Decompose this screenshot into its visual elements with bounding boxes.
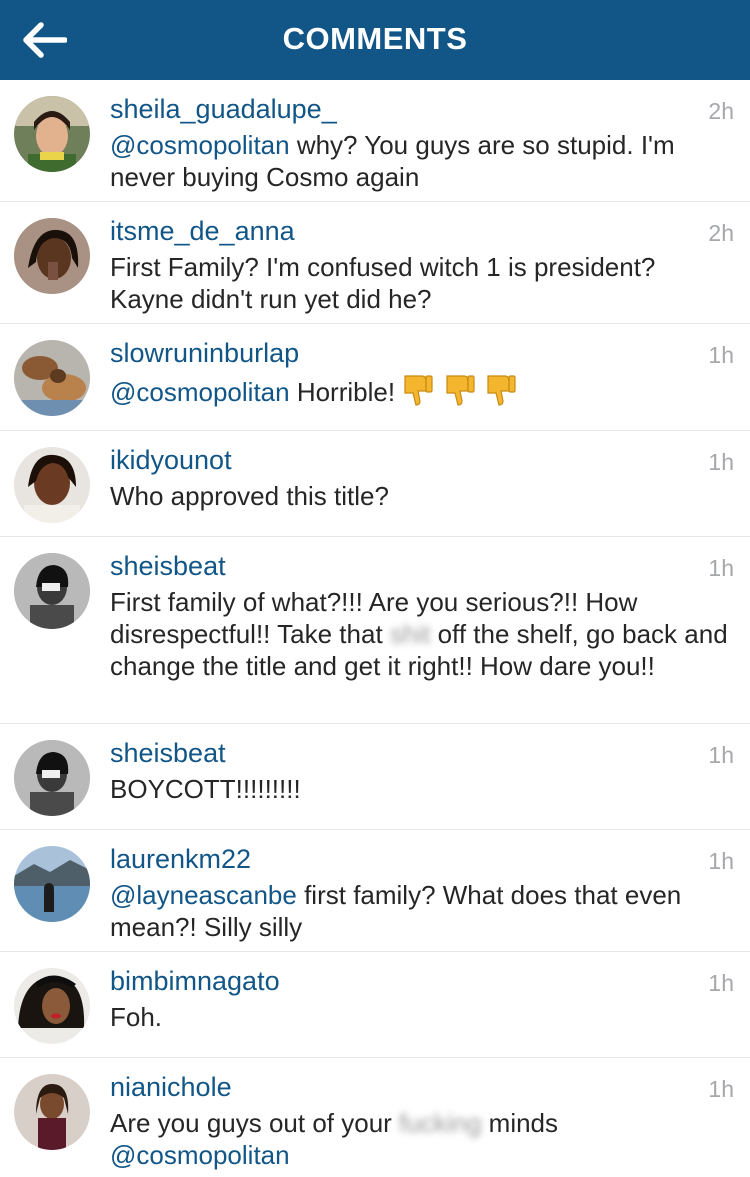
comment-body-text: Are you guys out of your [110, 1108, 400, 1138]
comment-username[interactable]: sheila_guadalupe_ [110, 94, 337, 126]
comment-username[interactable]: slowruninburlap [110, 338, 299, 370]
avatar[interactable] [14, 1074, 90, 1150]
blurred-word: fucking [399, 1108, 482, 1138]
comment-time: 2h [708, 98, 734, 124]
avatar[interactable] [14, 553, 90, 629]
comment-text: Are you guys out of your fucking minds @… [110, 1107, 730, 1171]
comment-username[interactable]: sheisbeat [110, 551, 226, 583]
mention-link[interactable]: @cosmopolitan [110, 1140, 290, 1170]
comment-username[interactable]: ikidyounot [110, 445, 232, 477]
comment-text: @layneascanbe first family? What does th… [110, 879, 730, 943]
comment-text: First Family? I'm confused witch 1 is pr… [110, 252, 656, 314]
avatar[interactable] [14, 968, 90, 1044]
thumbs-down-icon [444, 373, 476, 414]
comment-time: 1h [708, 742, 734, 768]
comment-item: sheisbeat 1h BOYCOTT!!!!!!!!! [0, 724, 750, 830]
comment-text: @cosmopolitan Horrible! [110, 373, 730, 414]
comment-text: First family of what?!!! Are you serious… [110, 586, 730, 682]
thumbs-down-emoji-group [402, 373, 518, 414]
comment-username[interactable]: bimbimnagato [110, 966, 280, 998]
thumbs-down-icon [485, 373, 517, 414]
comment-username[interactable]: itsme_de_anna [110, 216, 295, 248]
comment-text: @cosmopolitan why? You guys are so stupi… [110, 129, 730, 193]
avatar[interactable] [14, 740, 90, 816]
comment-time: 2h [708, 220, 734, 246]
comment-time: 1h [708, 342, 734, 368]
comment-body-text: minds [481, 1108, 559, 1138]
avatar[interactable] [14, 447, 90, 523]
back-button[interactable] [12, 8, 76, 72]
comment-item: nianichole 1h Are you guys out of your f… [0, 1058, 750, 1177]
thumbs-down-icon [402, 373, 434, 414]
comment-body-text: Horrible! [289, 377, 403, 407]
comment-text: Who approved this title? [110, 481, 389, 511]
comment-list: sheila_guadalupe_ 2h @cosmopolitan why? … [0, 80, 750, 1177]
comment-time: 1h [708, 970, 734, 996]
avatar[interactable] [14, 96, 90, 172]
mention-link[interactable]: @cosmopolitan [110, 130, 290, 160]
mention-link[interactable]: @cosmopolitan [110, 377, 290, 407]
blurred-word: shit [389, 619, 431, 649]
comment-item: itsme_de_anna 2h First Family? I'm confu… [0, 202, 750, 324]
comment-username[interactable]: sheisbeat [110, 738, 226, 770]
comment-item: sheisbeat 1h First family of what?!!! Ar… [0, 537, 750, 724]
comment-time: 1h [708, 449, 734, 475]
header-bar: COMMENTS [0, 0, 750, 80]
comment-time: 1h [708, 555, 734, 581]
comment-time: 1h [708, 1076, 734, 1102]
comment-item: ikidyounot 1h Who approved this title? [0, 431, 750, 537]
page-title: COMMENTS [282, 21, 468, 56]
avatar[interactable] [14, 846, 90, 922]
arrow-left-icon [23, 22, 67, 58]
comment-text: BOYCOTT!!!!!!!!! [110, 774, 301, 804]
comment-time: 1h [708, 848, 734, 874]
comment-text: Foh. [110, 1002, 163, 1032]
comment-item: laurenkm22 1h @layneascanbe first family… [0, 830, 750, 952]
mention-link[interactable]: @layneascanbe [110, 880, 297, 910]
avatar[interactable] [14, 340, 90, 416]
comment-item: bimbimnagato 1h Foh. [0, 952, 750, 1058]
comment-item: sheila_guadalupe_ 2h @cosmopolitan why? … [0, 80, 750, 202]
comment-username[interactable]: nianichole [110, 1072, 232, 1104]
comment-username[interactable]: laurenkm22 [110, 844, 251, 876]
avatar[interactable] [14, 218, 90, 294]
comment-item: slowruninburlap 1h @cosmopolitan Horribl… [0, 324, 750, 431]
